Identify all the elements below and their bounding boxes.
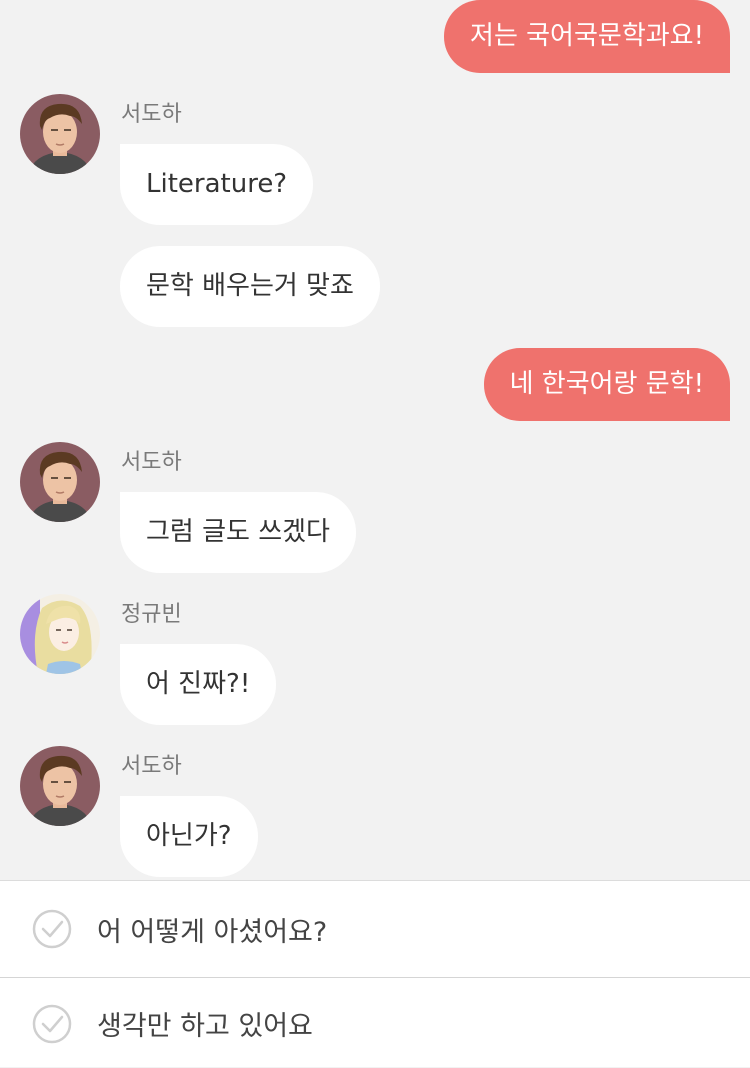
check-circle-icon bbox=[32, 1004, 72, 1043]
outgoing-message-bubble: 저는 국어국문학과요! bbox=[444, 0, 730, 73]
reply-option-label: 생각만 하고 있어요 bbox=[97, 1011, 313, 1042]
incoming-message-bubble: 아닌가? bbox=[120, 796, 258, 877]
reply-option-label: 어 어떻게 아셨어요? bbox=[97, 916, 328, 948]
female-avatar-icon bbox=[20, 594, 100, 674]
male-avatar-icon bbox=[20, 746, 100, 826]
sender-name: 서도하 bbox=[121, 102, 182, 127]
sender-name: 서도하 bbox=[121, 754, 182, 779]
reply-options-panel: 어 어떻게 아셨어요? 생각만 하고 있어요 bbox=[0, 880, 750, 1067]
incoming-message-bubble: 어 진짜?! bbox=[120, 644, 277, 725]
incoming-message-bubble: 그럼 글도 쓰겠다 bbox=[120, 492, 356, 573]
sender-name: 정규빈 bbox=[121, 602, 182, 627]
reply-option[interactable]: 생각만 하고 있어요 bbox=[0, 979, 750, 1068]
avatar[interactable] bbox=[20, 746, 100, 826]
incoming-message-bubble: 문학 배우는거 맞죠 bbox=[120, 246, 380, 327]
check-circle-icon bbox=[32, 909, 72, 949]
incoming-message-bubble: Literature? bbox=[120, 144, 314, 225]
avatar[interactable] bbox=[20, 594, 100, 674]
reply-option[interactable]: 어 어떻게 아셨어요? bbox=[0, 881, 750, 978]
outgoing-message-bubble: 네 한국어랑 문학! bbox=[483, 348, 730, 421]
male-avatar-icon bbox=[20, 442, 100, 522]
sender-name: 서도하 bbox=[121, 450, 182, 475]
avatar[interactable] bbox=[20, 94, 100, 174]
avatar[interactable] bbox=[20, 442, 100, 522]
male-avatar-icon bbox=[20, 94, 100, 174]
chat-area[interactable]: 저는 국어국문학과요! 서도하 Literature? 문학 배우는거 맞죠 네… bbox=[0, 0, 750, 880]
